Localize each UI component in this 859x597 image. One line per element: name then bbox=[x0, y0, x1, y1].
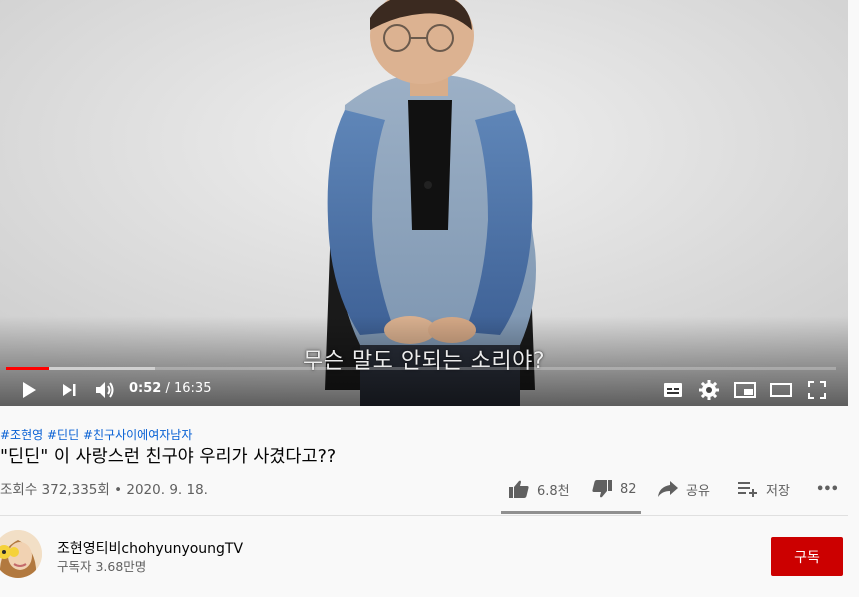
like-ratio-fill bbox=[501, 511, 641, 514]
subscriber-count: 구독자 3.68만명 bbox=[57, 559, 147, 574]
next-icon[interactable] bbox=[56, 377, 82, 403]
volume-icon[interactable] bbox=[92, 377, 118, 403]
video-meta: 조회수 372,335회 • 2020. 9. 18. bbox=[0, 478, 208, 498]
caption-text: 무슨 말도 안되는 소리야? bbox=[302, 349, 546, 374]
theater-icon[interactable] bbox=[768, 377, 794, 403]
time-separator: / bbox=[161, 381, 174, 396]
save-label: 저장 bbox=[766, 483, 790, 499]
player-controls: 0:52 / 16:35 bbox=[0, 373, 848, 405]
save-button[interactable]: 저장 bbox=[738, 475, 790, 503]
view-count: 조회수 372,335회 bbox=[0, 482, 110, 498]
share-button[interactable]: 공유 bbox=[658, 475, 710, 503]
channel-avatar[interactable] bbox=[0, 530, 42, 578]
dislike-button[interactable]: 82 bbox=[592, 475, 637, 503]
fullscreen-icon[interactable] bbox=[804, 377, 830, 403]
thumbs-up-icon bbox=[509, 480, 529, 498]
more-actions-button[interactable]: ••• bbox=[816, 475, 839, 503]
share-label: 공유 bbox=[686, 483, 710, 499]
share-icon bbox=[658, 481, 678, 497]
settings-icon[interactable] bbox=[696, 377, 722, 403]
divider bbox=[0, 515, 848, 516]
hashtag-links[interactable]: #조현영 #딘딘 #친구사이에여자남자 bbox=[0, 426, 192, 443]
like-ratio-bar bbox=[501, 511, 641, 514]
playlist-add-icon bbox=[738, 482, 757, 497]
dislike-count: 82 bbox=[620, 481, 637, 497]
miniplayer-icon[interactable] bbox=[732, 377, 758, 403]
current-time: 0:52 bbox=[129, 381, 162, 396]
play-icon[interactable] bbox=[16, 377, 42, 403]
duration: 16:35 bbox=[174, 381, 212, 396]
video-title: "딘딘" 이 사랑스런 친구야 우리가 사겼다고?? bbox=[0, 447, 337, 467]
like-button[interactable]: 6.8천 bbox=[509, 475, 570, 503]
time-display: 0:52 / 16:35 bbox=[129, 381, 211, 396]
played-bar bbox=[6, 367, 50, 370]
video-player[interactable]: 무슨 말도 안되는 소리야? 0:52 / 16:35 bbox=[0, 0, 848, 406]
meta-dot: • bbox=[114, 482, 123, 498]
more-icon: ••• bbox=[816, 481, 839, 497]
progress-bar[interactable] bbox=[6, 367, 836, 370]
channel-name[interactable]: 조현영티비chohyunyoungTV bbox=[57, 538, 243, 558]
thumbs-down-icon bbox=[592, 480, 612, 498]
subtitles-icon[interactable] bbox=[660, 377, 686, 403]
like-count: 6.8천 bbox=[537, 483, 570, 499]
upload-date: 2020. 9. 18. bbox=[126, 482, 208, 498]
subscribe-button[interactable]: 구독 bbox=[771, 537, 843, 576]
